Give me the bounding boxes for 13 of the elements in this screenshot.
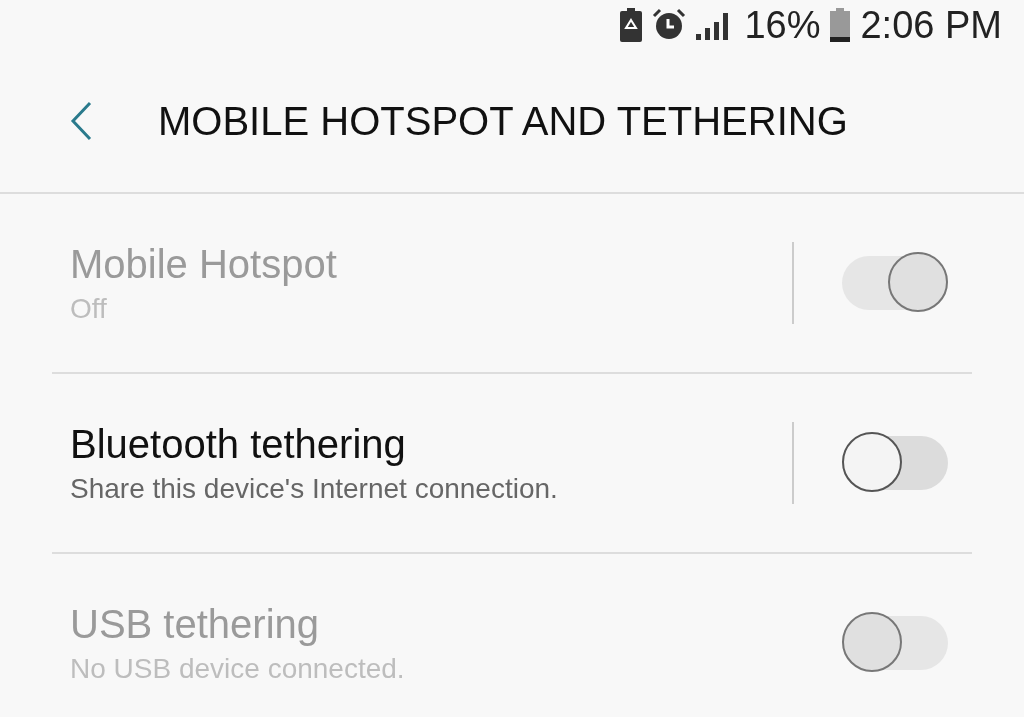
setting-title: Mobile Hotspot [70,241,338,287]
setting-description: Share this device's Internet connection. [70,472,559,505]
clock-time: 2:06 PM [860,3,1002,47]
chevron-left-icon [69,101,93,141]
setting-description: No USB device connected. [70,652,406,685]
battery-icon [830,8,851,42]
page-title: MOBILE HOTSPOT AND TETHERING [158,98,848,144]
setting-title: USB tethering [70,601,321,647]
battery-saver-icon [620,8,643,42]
setting-title: Bluetooth tethering [70,421,407,467]
battery-percentage: 16% [744,3,821,47]
alarm-clock-icon [652,8,687,42]
setting-description: Off [70,292,108,325]
